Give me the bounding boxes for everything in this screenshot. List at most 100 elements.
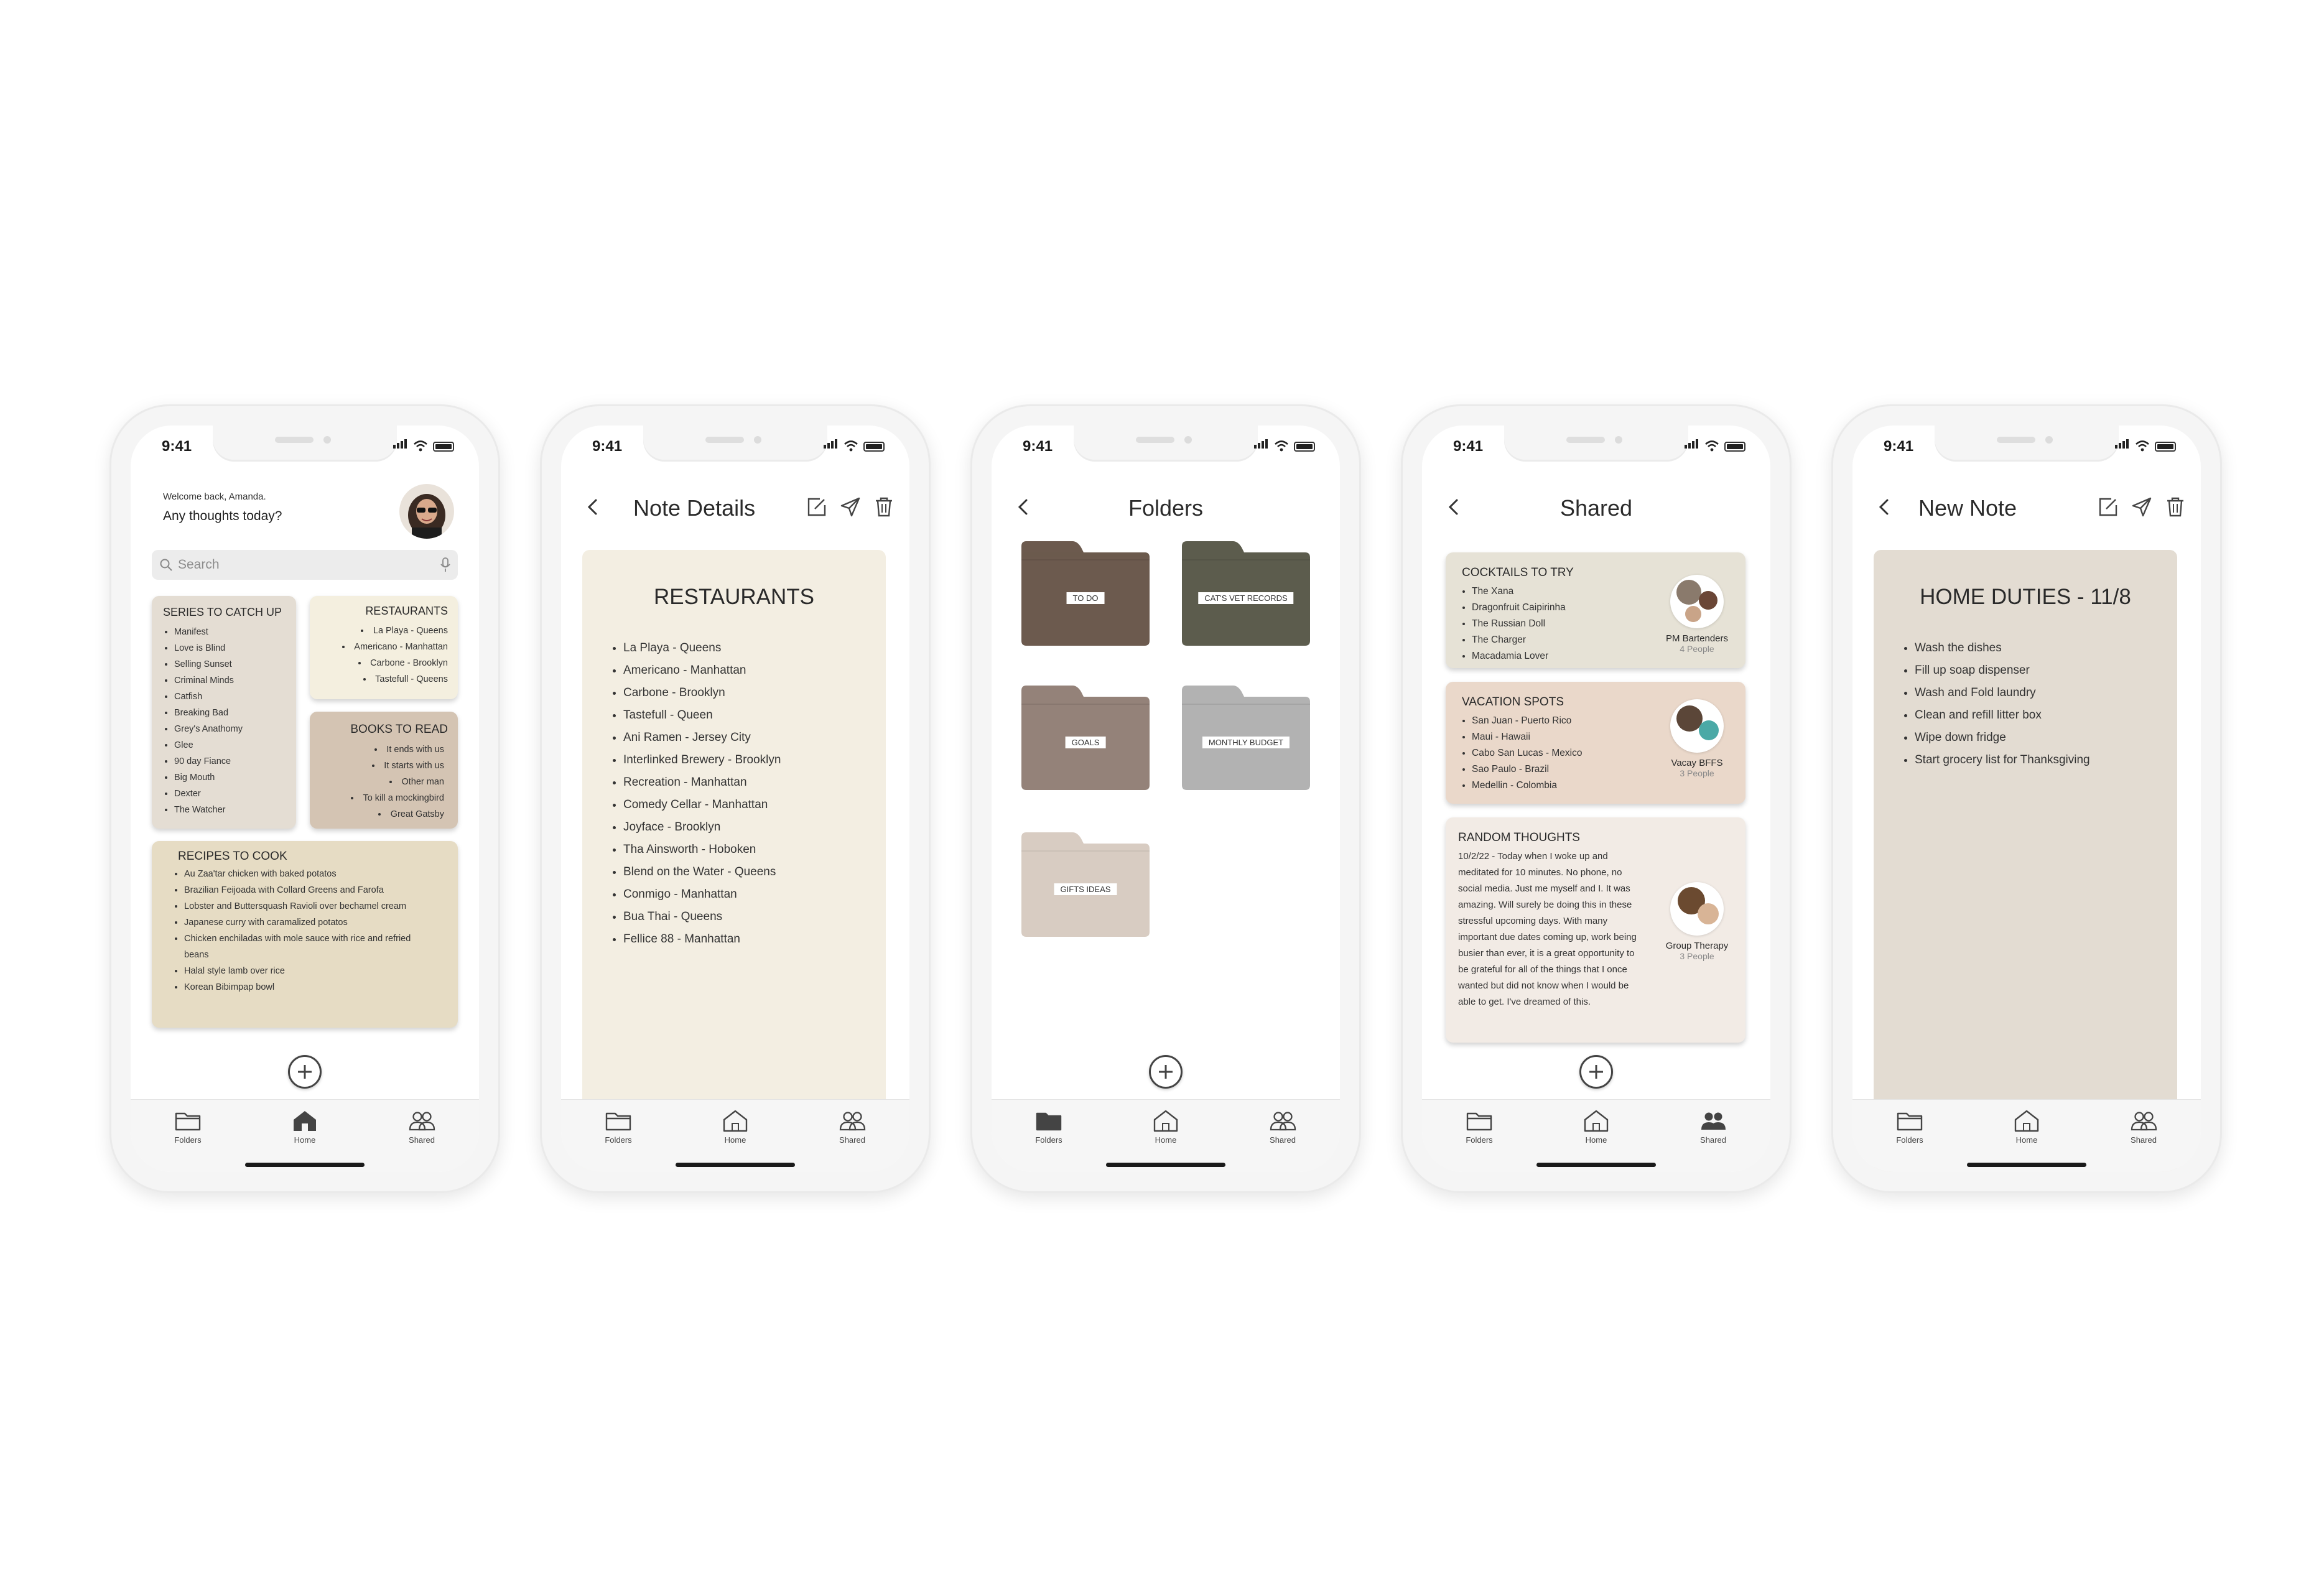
- tab-label: Home: [294, 1135, 316, 1145]
- back-arrow-icon[interactable]: [1875, 498, 1894, 516]
- list-item: Halal style lamb over rice: [184, 963, 421, 979]
- folder-label: MONTHLY BUDGET: [1202, 737, 1290, 748]
- folder-label: GIFTS IDEAS: [1054, 883, 1117, 895]
- list-item: Criminal Minds: [174, 672, 296, 689]
- greeting-question: Any thoughts today?: [163, 509, 282, 523]
- shared-screen: 9:41 Shared COCKTAILS TO TRY The Xana Dr…: [1422, 425, 1770, 1172]
- wifi-icon: [2136, 440, 2149, 452]
- tab-shared[interactable]: Shared: [1676, 1109, 1750, 1145]
- list-item: The Russian Doll: [1472, 616, 1566, 632]
- status-icons: [824, 439, 885, 452]
- status-time: 9:41: [1453, 438, 1484, 455]
- list-item: Korean Bibimpap bowl: [184, 979, 421, 995]
- home-icon: [294, 1111, 316, 1131]
- tab-folders[interactable]: Folders: [151, 1109, 225, 1145]
- list-item: Blend on the Water - Queens: [623, 861, 886, 883]
- add-note-button[interactable]: [288, 1055, 322, 1089]
- list-item: Wipe down fridge: [1915, 727, 2177, 749]
- wifi-icon: [1275, 440, 1288, 452]
- shared-note-vacation[interactable]: VACATION SPOTS San Juan - Puerto Rico Ma…: [1446, 682, 1745, 804]
- tab-folders[interactable]: Folders: [581, 1109, 656, 1145]
- folder-monthly-budget[interactable]: MONTHLY BUDGET: [1179, 683, 1313, 793]
- home-icon: [1584, 1110, 1609, 1132]
- status-time: 9:41: [1884, 438, 1914, 455]
- search-placeholder: Search: [178, 557, 220, 572]
- note-recipes[interactable]: RECIPES TO COOK Au Zaa'tar chicken with …: [152, 841, 458, 1028]
- edit-icon[interactable]: [2098, 496, 2119, 518]
- tab-home[interactable]: Home: [267, 1109, 342, 1145]
- welcome-text: Welcome back, Amanda.: [163, 491, 266, 502]
- list-item: Dexter: [174, 786, 296, 802]
- tab-folders[interactable]: Folders: [1011, 1109, 1086, 1145]
- avatar: [1698, 903, 1719, 924]
- shared-note-cocktails[interactable]: COCKTAILS TO TRY The Xana Dragonfruit Ca…: [1446, 552, 1745, 668]
- note-restaurants[interactable]: RESTAURANTS La Playa - Queens Americano …: [310, 596, 458, 699]
- search-bar[interactable]: Search: [152, 550, 458, 580]
- tab-home[interactable]: Home: [1128, 1109, 1203, 1145]
- shared-group[interactable]: PM Bartenders 4 People: [1660, 575, 1734, 654]
- note-items: It ends with us It starts with us Other …: [310, 742, 458, 822]
- folder-goals[interactable]: GOALS: [1019, 683, 1152, 793]
- list-item: Americano - Manhattan: [623, 659, 886, 682]
- add-folder-button[interactable]: [1149, 1055, 1183, 1089]
- list-item: Lobster and Buttersquash Ravioli over be…: [184, 898, 421, 914]
- note-title: HOME DUTIES - 11/8: [1920, 585, 2131, 609]
- note-details-screen: 9:41 Note Details RESTAURANTS La Playa -…: [561, 425, 909, 1172]
- tab-shared[interactable]: Shared: [815, 1109, 890, 1145]
- note-series[interactable]: SERIES TO CATCH UP Manifest Love is Blin…: [152, 596, 296, 829]
- tab-home[interactable]: Home: [1559, 1109, 1634, 1145]
- list-item: The Xana: [1472, 584, 1566, 600]
- microphone-icon[interactable]: [440, 557, 450, 572]
- folder-todo[interactable]: TO DO: [1019, 539, 1152, 648]
- send-icon[interactable]: [840, 496, 861, 518]
- folder-icon: [605, 1112, 631, 1131]
- tab-folders[interactable]: Folders: [1872, 1109, 1947, 1145]
- notch: [1504, 425, 1688, 462]
- trash-icon[interactable]: [2165, 496, 2186, 518]
- phone-new-note: 9:41 New Note HOME DUTIES - 11/8 Wash th…: [1831, 404, 2222, 1193]
- list-item: Cabo San Lucas - Mexico: [1472, 745, 1582, 761]
- tab-shared[interactable]: Shared: [384, 1109, 459, 1145]
- home-indicator: [1967, 1163, 2086, 1167]
- signal-icon: [393, 439, 408, 452]
- folder-cats-vet-records[interactable]: CAT'S VET RECORDS: [1179, 539, 1313, 648]
- shared-group[interactable]: Vacay BFFS 3 People: [1660, 699, 1734, 778]
- status-bar: 9:41: [131, 425, 479, 464]
- tab-home[interactable]: Home: [698, 1109, 773, 1145]
- battery-icon: [863, 442, 885, 452]
- status-bar: 9:41: [561, 425, 909, 464]
- back-arrow-icon[interactable]: [583, 498, 602, 516]
- tab-label: Shared: [1700, 1135, 1726, 1145]
- list-item: To kill a mockingbird: [310, 790, 444, 806]
- tab-label: Shared: [839, 1135, 865, 1145]
- add-shared-note-button[interactable]: [1579, 1055, 1613, 1089]
- tab-shared[interactable]: Shared: [1245, 1109, 1320, 1145]
- people-icon: [1701, 1112, 1726, 1130]
- list-item: Big Mouth: [174, 770, 296, 786]
- tab-shared[interactable]: Shared: [2106, 1109, 2181, 1145]
- note-books[interactable]: BOOKS TO READ It ends with us It starts …: [310, 712, 458, 829]
- note-title: BOOKS TO READ: [350, 723, 448, 736]
- list-item: Tastefull - Queens: [310, 671, 448, 687]
- shared-group[interactable]: Group Therapy 3 People: [1660, 882, 1734, 961]
- list-item: San Juan - Puerto Rico: [1472, 713, 1582, 729]
- send-icon[interactable]: [2131, 496, 2152, 518]
- edit-icon[interactable]: [806, 496, 827, 518]
- status-time: 9:41: [162, 438, 192, 455]
- tab-home[interactable]: Home: [1989, 1109, 2064, 1145]
- note-editor[interactable]: HOME DUTIES - 11/8 Wash the dishes Fill …: [1874, 550, 2177, 1172]
- trash-icon[interactable]: [873, 496, 895, 518]
- tab-label: Folders: [174, 1135, 202, 1145]
- search-icon: [160, 559, 172, 571]
- shared-note-random-thoughts[interactable]: RANDOM THOUGHTS 10/2/22 - Today when I w…: [1446, 817, 1745, 1043]
- folder-icon: [1036, 1112, 1062, 1131]
- avatar[interactable]: [399, 484, 454, 539]
- group-avatars: [1670, 699, 1724, 753]
- battery-icon: [433, 442, 454, 452]
- list-item: Interlinked Brewery - Brooklyn: [623, 749, 886, 771]
- list-item: Maui - Hawaii: [1472, 729, 1582, 745]
- tab-folders[interactable]: Folders: [1442, 1109, 1517, 1145]
- note-content[interactable]: RESTAURANTS La Playa - Queens Americano …: [582, 550, 886, 1172]
- folder-gifts-ideas[interactable]: GIFTS IDEAS: [1019, 830, 1152, 939]
- header: Shared: [1422, 488, 1770, 525]
